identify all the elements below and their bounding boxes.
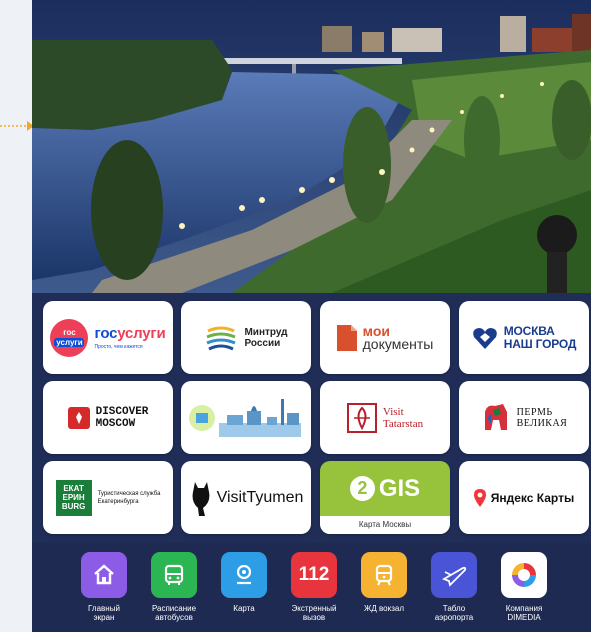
dock-label: Компания DIMEDIA	[505, 604, 543, 622]
visit-tyumen-label: VisitTyumen	[216, 488, 304, 506]
moskva-heart-icon	[472, 327, 497, 349]
train-icon[interactable]	[361, 552, 407, 598]
dimedia-logo-icon[interactable]	[501, 552, 547, 598]
moskva-label: МОСКВА НАШ ГОРОД	[503, 323, 577, 351]
ekaterinburg-logo: ЕКАТ ЕРИН BURG	[55, 479, 92, 516]
spb-badge-icon	[189, 404, 215, 431]
dock-train[interactable]: ЖД вокзал	[358, 552, 410, 613]
tile-perm[interactable]: ПЕРМЬ ВЕЛИКАЯ	[459, 381, 589, 454]
map-pin-icon	[473, 488, 486, 507]
tatarstan-ornament-icon	[346, 402, 377, 433]
perm-bear-icon	[484, 403, 507, 430]
moi-documenty-logo-icon	[336, 324, 357, 351]
tile-moi-documenty[interactable]: мои документы	[320, 301, 450, 374]
2gis-logo: 2 GIS	[349, 461, 420, 516]
dock-label: ЖД вокзал	[363, 604, 404, 613]
tile-visit-tatarstan[interactable]: Visit Tatarstan	[320, 381, 450, 454]
yandex-maps-label: Яндекс Карты	[490, 490, 575, 505]
tile-visit-tyumen[interactable]: VisitTyumen	[181, 461, 311, 534]
kiosk-screen: гос услуги госуслуги Просто, чем кажется	[32, 0, 591, 632]
tile-gosuslugi[interactable]: гос услуги госуслуги Просто, чем кажется	[43, 301, 173, 374]
tile-ekaterinburg[interactable]: ЕКАТ ЕРИН BURG Туристическая служба Екат…	[43, 461, 173, 534]
gosuslugi-logo-icon: гос услуги	[50, 318, 89, 357]
mintrud-label: Минтруд России	[244, 326, 288, 349]
emergency-112-icon[interactable]: 112	[291, 552, 337, 598]
spb-skyline-icon	[219, 398, 301, 437]
dock-home[interactable]: Главный экран	[78, 552, 130, 622]
mintrud-logo-icon	[206, 326, 237, 350]
bottom-dock: Главный экран Расписание автобусов Карта 1…	[32, 543, 591, 632]
ekaterinburg-label: Туристическая служба Екатеринбурга	[97, 490, 161, 505]
map-pin-icon[interactable]	[221, 552, 267, 598]
page-margin	[0, 0, 32, 632]
airplane-icon[interactable]	[431, 552, 477, 598]
bus-icon[interactable]	[151, 552, 197, 598]
gosuslugi-subtitle: Просто, чем кажется	[94, 344, 143, 350]
moi-documenty-label: мои документы	[362, 322, 434, 352]
dock-airport[interactable]: Табло аэропорта	[428, 552, 480, 622]
gosuslugi-title: госуслуги	[94, 325, 166, 342]
tyumen-cat-icon	[192, 481, 209, 516]
discover-moscow-label: DISCOVER MOSCOW	[95, 405, 149, 430]
dock-dimedia[interactable]: Компания DIMEDIA	[498, 552, 550, 622]
tile-spb[interactable]	[181, 381, 311, 454]
home-icon[interactable]	[81, 552, 127, 598]
perm-label: ПЕРМЬ ВЕЛИКАЯ	[516, 406, 568, 429]
dock-bus[interactable]: Расписание автобусов	[148, 552, 200, 622]
dock-label: Экстренный вызов	[291, 604, 337, 622]
dock-map[interactable]: Карта	[218, 552, 270, 613]
tile-yandex-maps[interactable]: Яндекс Карты	[459, 461, 589, 534]
tile-discover-moscow[interactable]: DISCOVER MOSCOW	[43, 381, 173, 454]
pointer-arrow-icon	[0, 121, 34, 131]
moscow-crest-icon	[67, 406, 90, 429]
service-tiles-grid: гос услуги госуслуги Просто, чем кажется	[32, 293, 591, 543]
dock-label: Карта	[233, 604, 255, 613]
city-embankment-photo	[32, 0, 591, 293]
2gis-caption: Карта Москвы	[320, 516, 450, 534]
dock-label: Главный экран	[88, 604, 120, 622]
dock-emergency[interactable]: 112 Экстренный вызов	[288, 552, 340, 622]
tile-mintrud[interactable]: Минтруд России	[181, 301, 311, 374]
visit-tatarstan-label: Visit Tatarstan	[382, 405, 424, 430]
dock-label: Расписание автобусов	[151, 604, 197, 622]
tile-2gis[interactable]: 2 GIS Карта Москвы	[320, 461, 450, 534]
dock-label: Табло аэропорта	[434, 604, 474, 622]
tile-moskva[interactable]: МОСКВА НАШ ГОРОД	[459, 301, 589, 374]
